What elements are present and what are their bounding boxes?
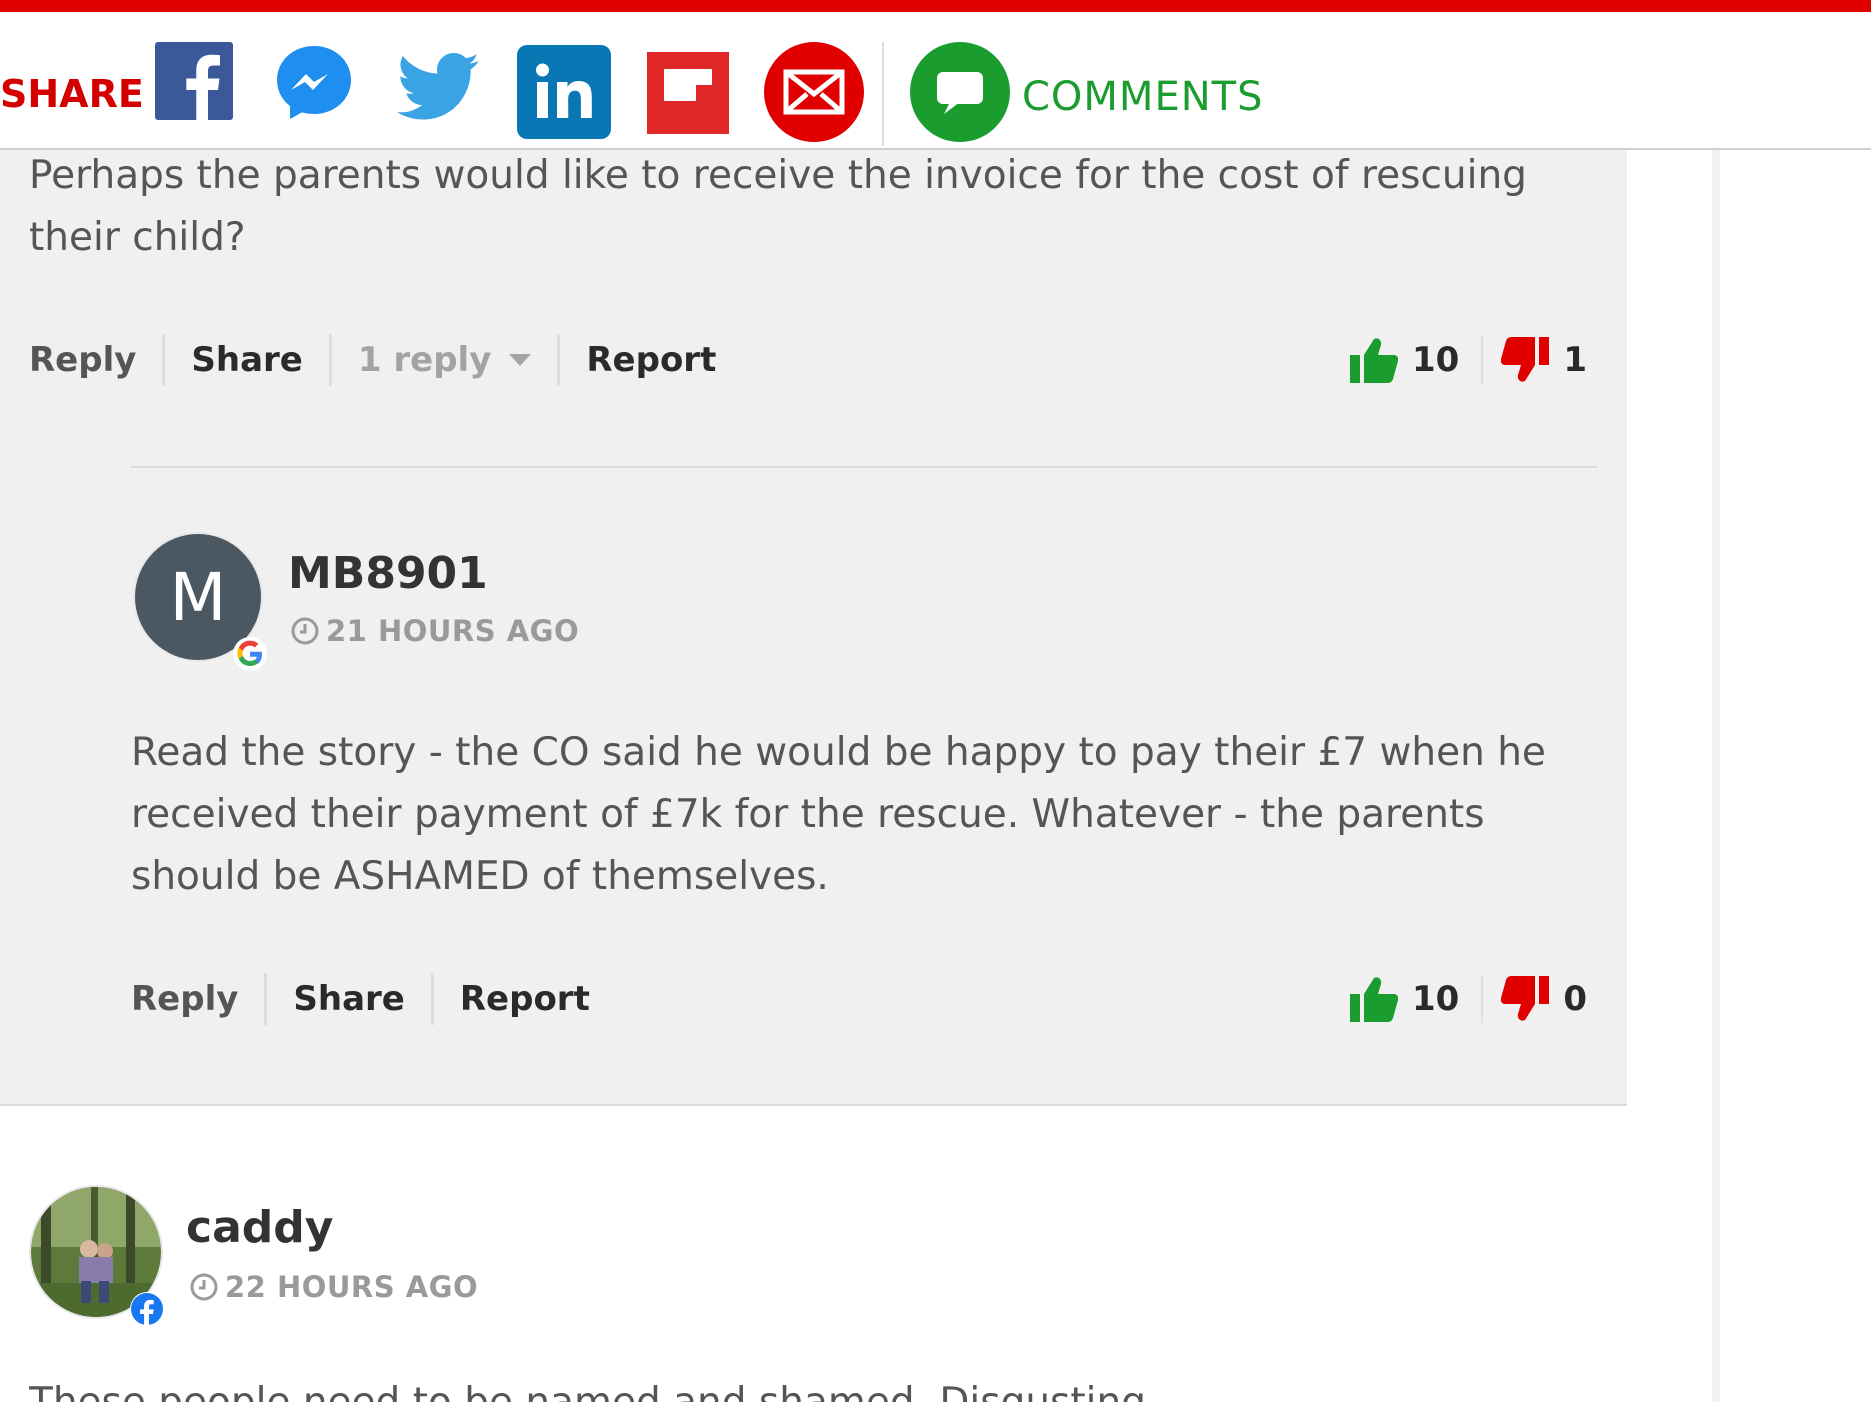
- top-accent-bar: [0, 0, 1871, 12]
- thumbs-down-icon[interactable]: [1501, 976, 1550, 1022]
- comment-votes: 10 1: [1350, 334, 1587, 386]
- thumbs-up-icon[interactable]: [1350, 976, 1398, 1022]
- facebook-icon[interactable]: [155, 42, 233, 120]
- report-button[interactable]: Report: [560, 334, 742, 386]
- clock-icon: [190, 1273, 218, 1301]
- reply-votes: 10 0: [1350, 973, 1587, 1025]
- messenger-icon[interactable]: [273, 42, 355, 124]
- replies-count: 1 reply: [357, 340, 492, 380]
- comments-icon[interactable]: [910, 42, 1010, 142]
- downvote-count: 1: [1563, 340, 1587, 380]
- reply-button[interactable]: Reply: [131, 973, 268, 1025]
- thread-divider: [0, 1104, 1627, 1106]
- replies-toggle[interactable]: 1 reply: [332, 334, 561, 386]
- share-divider: [882, 42, 884, 146]
- reply-body: Read the story - the CO said he would be…: [131, 730, 1546, 899]
- comment-timestamp: 21 HOURS AGO: [290, 614, 579, 648]
- comments-link[interactable]: COMMENTS: [1022, 74, 1263, 120]
- avatar-letter: M: [169, 558, 227, 636]
- reply-button[interactable]: Reply: [29, 334, 166, 386]
- flipboard-icon[interactable]: [647, 52, 729, 134]
- timestamp-text: 21 HOURS AGO: [326, 614, 580, 648]
- twitter-icon[interactable]: [397, 52, 479, 122]
- comment-username[interactable]: caddy: [186, 1202, 333, 1253]
- clock-icon: [291, 617, 319, 645]
- reply-divider: [131, 466, 1597, 468]
- upvote-count: 10: [1412, 979, 1460, 1019]
- share-label: SHARE: [0, 72, 144, 116]
- share-button[interactable]: Share: [267, 973, 434, 1025]
- downvote-count: 0: [1563, 979, 1587, 1019]
- timestamp-text: 22 HOURS AGO: [225, 1270, 479, 1304]
- email-icon[interactable]: [764, 42, 864, 142]
- comment-timestamp: 22 HOURS AGO: [189, 1270, 478, 1304]
- caret-down-icon: [509, 354, 532, 366]
- comment-body: Perhaps the parents would like to receiv…: [29, 153, 1527, 260]
- facebook-icon: [130, 1292, 164, 1326]
- comment-actions: Reply Share 1 reply Report: [29, 334, 742, 386]
- comment-body: These people need to be named and shamed…: [29, 1372, 1589, 1402]
- share-toolbar: SHARE COMMENTS: [0, 12, 1871, 150]
- linkedin-icon[interactable]: [517, 45, 611, 139]
- upvote-count: 10: [1412, 340, 1460, 380]
- sidebar-rule: [1712, 148, 1720, 1402]
- vote-separator: [1481, 975, 1484, 1023]
- comment-username[interactable]: MB8901: [288, 548, 488, 599]
- google-icon: [233, 637, 267, 671]
- reply-actions: Reply Share Report: [131, 973, 616, 1025]
- share-button[interactable]: Share: [165, 334, 332, 386]
- thumbs-up-icon[interactable]: [1350, 337, 1398, 383]
- vote-separator: [1481, 336, 1484, 384]
- thumbs-down-icon[interactable]: [1501, 337, 1550, 383]
- report-button[interactable]: Report: [434, 973, 616, 1025]
